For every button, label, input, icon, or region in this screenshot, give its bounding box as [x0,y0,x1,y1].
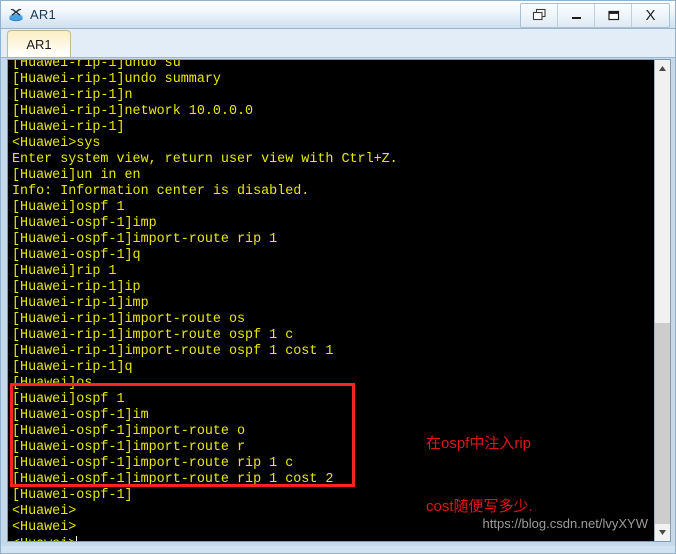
terminal-line: [Huawei-rip-1]imp [12,296,149,311]
window-bottom-strip [1,546,675,553]
terminal-line: [Huawei-rip-1]q [12,360,133,375]
terminal-line: <Huawei> [12,536,654,541]
terminal-line: [Huawei-rip-1]import-route ospf 1 c [12,328,294,343]
close-button[interactable]: X [632,4,669,27]
terminal-line: [Huawei-ospf-1]imp [12,216,157,231]
tab-strip: AR1 [1,29,675,58]
terminal-line: [Huawei-rip-1]ip [12,280,141,295]
terminal-line: Enter system view, return user view with… [12,152,398,167]
terminal-line: [Huawei-rip-1]n [12,88,133,103]
terminal-region: [Huawei-rip-1]undo su [Huawei-rip-1]undo … [1,58,675,546]
scrollbar-thumb[interactable] [655,322,670,524]
annotation-line-1: 在ospf中注入rip [426,435,532,452]
scroll-up-arrow-icon[interactable] [655,60,670,77]
terminal-line: [Huawei-ospf-1]import-route rip 1 c [12,456,294,471]
terminal-line: Info: Information center is disabled. [12,184,310,199]
terminal-line: [Huawei-rip-1] [12,120,125,135]
terminal-line: [Huawei]ospf 1 [12,392,125,407]
terminal-line: [Huawei]un in en [12,168,141,183]
terminal-line: [Huawei-rip-1]undo su [12,59,181,71]
terminal-line: [Huawei-rip-1]undo summary [12,72,221,87]
restore-cascade-button[interactable] [521,4,558,27]
scrollbar-track[interactable] [655,77,670,524]
router-icon [7,6,25,24]
terminal-line: [Huawei-rip-1]network 10.0.0.0 [12,104,254,119]
terminal-line: [Huawei-ospf-1]import-route rip 1 [12,232,278,247]
tab-ar1[interactable]: AR1 [7,30,71,57]
scroll-down-arrow-icon[interactable] [655,524,670,541]
terminal-console[interactable]: [Huawei-rip-1]undo su [Huawei-rip-1]undo … [7,59,654,542]
tab-label: AR1 [26,36,52,52]
terminal-line: [Huawei-ospf-1]import-route o [12,424,246,439]
watermark: https://blog.csdn.net/lvyXYW [482,516,648,531]
maximize-button[interactable] [595,4,632,27]
terminal-line: [Huawei-ospf-1]q [12,248,141,263]
terminal-line: [Huawei-ospf-1]import-route r [12,440,246,455]
vertical-scrollbar[interactable] [654,59,671,542]
title-bar: AR1 X [1,1,675,29]
terminal-line: [Huawei-ospf-1] [12,488,133,503]
close-icon: X [645,7,656,24]
terminal-line: <Huawei>sys [12,136,101,151]
minimize-button[interactable] [558,4,595,27]
terminal-output: [Huawei-rip-1]undo su [Huawei-rip-1]undo … [12,59,654,541]
ar1-window: AR1 X AR1 [Huawei-rip-1]undo su [Huawei-… [0,0,676,554]
terminal-line: [Huawei]ospf 1 [12,200,125,215]
window-title: AR1 [30,7,56,22]
terminal-line: [Huawei-ospf-1]im [12,408,149,423]
terminal-line: [Huawei-ospf-1]import-route rip 1 cost 2 [12,472,334,487]
terminal-line: [Huawei]os [12,376,93,391]
terminal-line: [Huawei-rip-1]import-route os [12,312,246,327]
terminal-line: [Huawei]rip 1 [12,264,117,279]
terminal-cursor [76,536,78,541]
annotation-line-2: cost随便写多少. [426,498,533,515]
window-controls: X [520,3,670,28]
terminal-line: [Huawei-rip-1]import-route ospf 1 cost 1 [12,344,334,359]
